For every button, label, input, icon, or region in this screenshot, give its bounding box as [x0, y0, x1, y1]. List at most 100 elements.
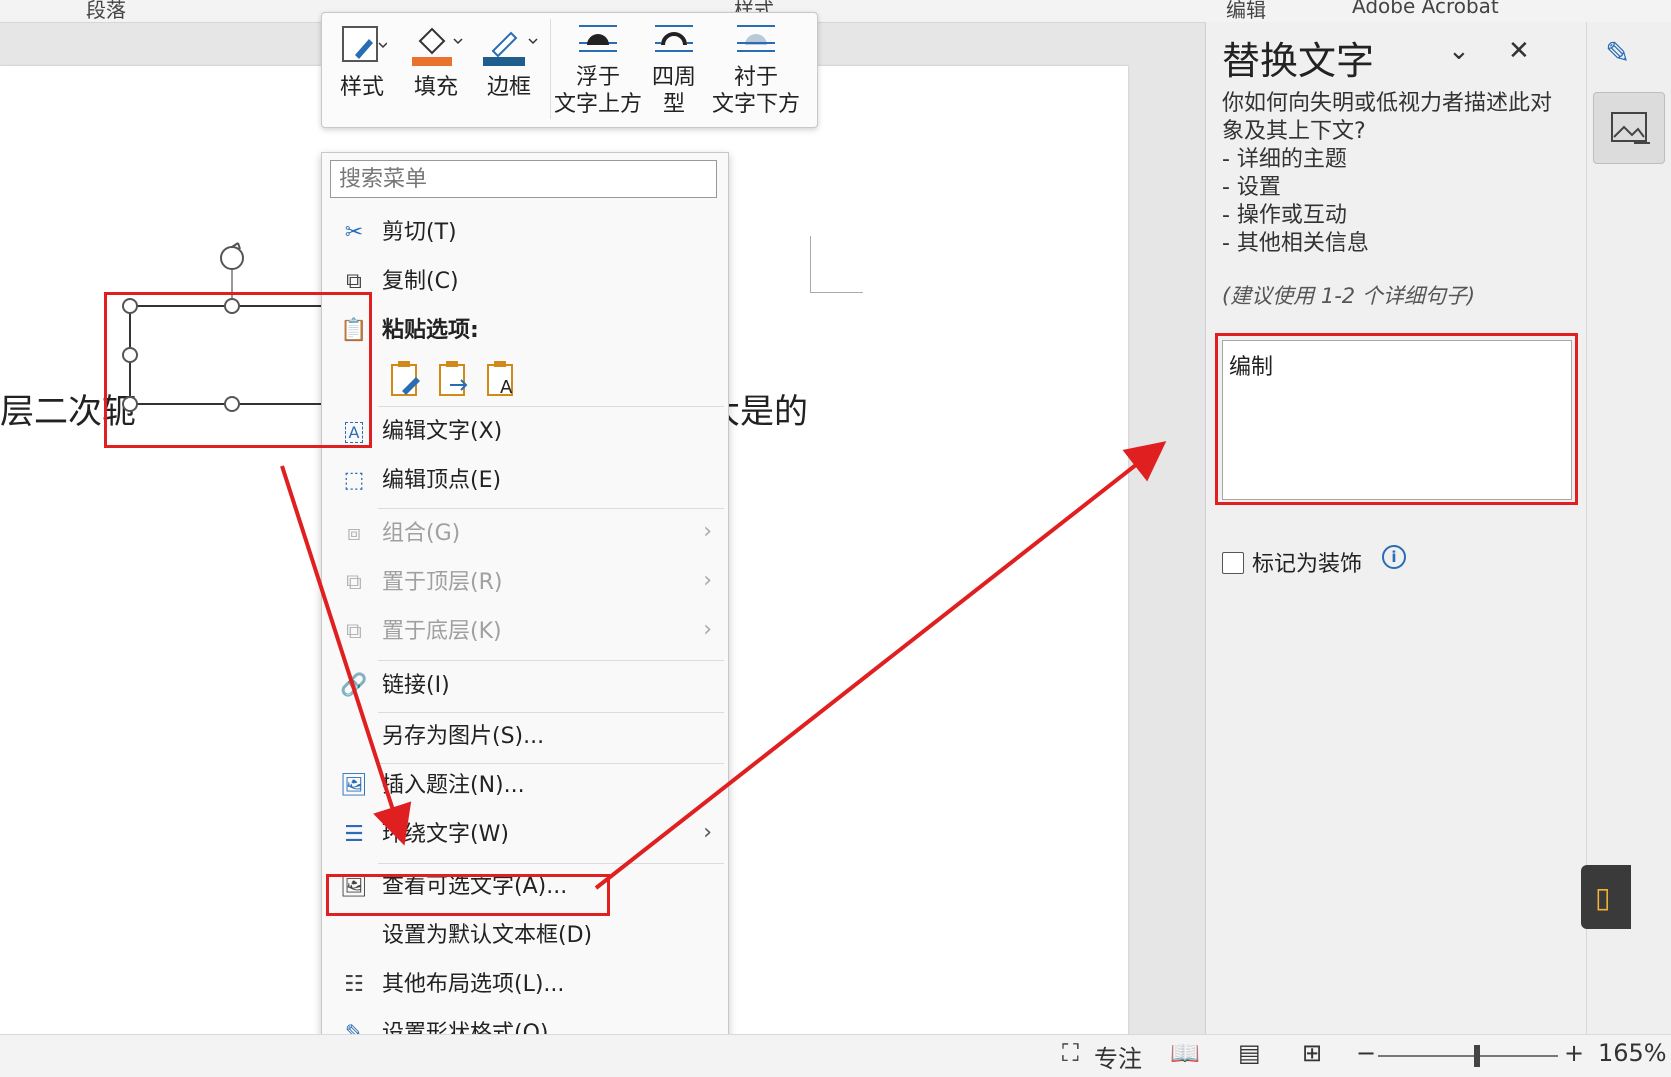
paste-keep-formatting-icon[interactable] — [388, 359, 424, 401]
wrap-square-line1: 四周 — [651, 65, 696, 90]
menu-item-copy[interactable]: ⧉ 复制(C) — [322, 259, 728, 305]
bullet-item: - 其他相关信息 — [1222, 231, 1369, 256]
menu-item-link-label: 链接(I) — [382, 673, 450, 698]
chevron-right-icon: › — [703, 820, 712, 845]
menu-item-save-as-picture-label: 另存为图片(S)... — [382, 724, 545, 749]
annotation-box-menu-item — [326, 874, 610, 916]
menu-item-copy-label: 复制(C) — [382, 269, 459, 294]
scissors-icon: ✂ — [344, 220, 364, 245]
zoom-out-button[interactable]: − — [1356, 1039, 1376, 1067]
menu-item-cut-label: 剪切(T) — [382, 220, 457, 245]
ribbon-group-paragraph[interactable]: 段落 — [86, 0, 126, 23]
format-paint-icon[interactable]: ✎ — [1605, 36, 1630, 71]
menu-item-group-label: 组合(G) — [382, 521, 461, 546]
chevron-down-icon[interactable]: ⌄ — [1448, 36, 1470, 66]
menu-item-insert-caption[interactable]: 🖼 插入题注(N)... — [322, 763, 728, 809]
close-icon[interactable]: ✕ — [1508, 36, 1530, 66]
wrap-in-front-button[interactable]: 浮于 文字上方 — [554, 21, 642, 118]
send-to-back-icon: ⧉ — [346, 619, 362, 644]
menu-item-bring-to-front-label: 置于顶层(R) — [382, 570, 503, 595]
acrobat-side-button[interactable]: ▯ — [1581, 865, 1631, 929]
border-label: 边框 — [486, 75, 531, 100]
zoom-in-button[interactable]: + — [1564, 1039, 1584, 1067]
menu-item-edit-points[interactable]: ⬚ 编辑顶点(E) — [322, 458, 728, 504]
menu-separator — [378, 508, 724, 509]
wrap-behind-line2: 文字下方 — [711, 92, 800, 117]
bullet-item: - 设置 — [1222, 175, 1281, 200]
annotation-box-alt-text — [1215, 333, 1578, 505]
chevron-right-icon: › — [703, 519, 712, 544]
menu-item-edit-text-label: 编辑文字(X) — [382, 419, 503, 444]
toolbar-divider — [550, 19, 551, 119]
pane-description: 你如何向失明或低视力者描述此对象及其上下文? - 详细的主题 - 设置 - 操作… — [1222, 90, 1572, 258]
wrap-behind-icon — [737, 25, 775, 52]
wrap-in-front-line2: 文字上方 — [554, 92, 643, 117]
bullet-item: - 详细的主题 — [1222, 147, 1347, 172]
decorative-checkbox[interactable] — [1222, 552, 1244, 574]
annotation-box-shape — [104, 292, 372, 448]
border-button[interactable]: 边框 — [478, 21, 540, 101]
ribbon-strip: 段落 样式 编辑 Adobe Acrobat — [0, 0, 1671, 23]
wrap-square-line2: 型 — [662, 92, 685, 117]
wrap-behind-button[interactable]: 衬于 文字下方 — [706, 21, 806, 118]
menu-item-edit-text[interactable]: A 编辑文字(X) — [322, 409, 728, 455]
description-text: 你如何向失明或低视力者描述此对象及其上下文? — [1222, 91, 1553, 144]
wrap-square-icon — [655, 25, 693, 52]
menu-separator — [378, 406, 724, 407]
focus-label[interactable]: 专注 — [1094, 1039, 1142, 1074]
margin-corner-mark — [810, 236, 863, 293]
shape-outline-icon — [483, 31, 538, 66]
menu-item-send-to-back-label: 置于底层(K) — [382, 619, 502, 644]
chevron-right-icon: › — [703, 617, 712, 642]
ribbon-group-editing[interactable]: 编辑 — [1226, 0, 1266, 23]
menu-item-set-default-textbox[interactable]: 设置为默认文本框(D) — [322, 913, 728, 959]
focus-icon[interactable]: ⛶ — [1062, 1039, 1079, 1067]
layout-options-icon: ☷ — [344, 972, 364, 997]
web-layout-icon[interactable]: ⊞ — [1302, 1039, 1322, 1067]
usb-icon: ▯ — [1595, 881, 1611, 914]
menu-item-more-layout[interactable]: ☷ 其他布局选项(L)... — [322, 962, 728, 1008]
context-menu: 搜索菜单 ✂ 剪切(T) ⧉ 复制(C) 📋 粘贴选项: A A 编辑文字(X)… — [321, 152, 729, 1072]
fill-button[interactable]: 填充 — [406, 21, 466, 101]
wrap-in-front-icon — [579, 25, 617, 52]
bullet-item: - 操作或互动 — [1222, 203, 1347, 228]
right-side-rail: ✎ ▯ — [1581, 22, 1671, 1034]
chevron-right-icon: › — [703, 568, 712, 593]
image-alt-icon — [1611, 112, 1650, 144]
menu-item-send-to-back: ⧉ 置于底层(K) › — [322, 609, 728, 655]
menu-item-cut[interactable]: ✂ 剪切(T) — [322, 210, 728, 256]
zoom-slider-track[interactable] — [1378, 1055, 1558, 1057]
status-bar: ⛶ 专注 📖 ▤ ⊞ − + 165% — [0, 1034, 1671, 1077]
edit-points-icon: ⬚ — [343, 468, 365, 493]
group-icon: ⧈ — [347, 521, 361, 546]
print-layout-icon[interactable]: ▤ — [1238, 1039, 1261, 1067]
paste-options-label: 粘贴选项: — [382, 318, 479, 343]
paste-text-only-icon[interactable]: A — [484, 359, 520, 401]
read-mode-icon[interactable]: 📖 — [1170, 1039, 1200, 1067]
menu-item-more-layout-label: 其他布局选项(L)... — [382, 972, 565, 997]
menu-item-edit-points-label: 编辑顶点(E) — [382, 468, 502, 493]
fill-label: 填充 — [413, 75, 458, 100]
info-icon[interactable]: i — [1382, 545, 1406, 569]
bring-to-front-icon: ⧉ — [346, 570, 362, 595]
wrap-text-icon: ☰ — [344, 822, 364, 847]
style-label: 样式 — [339, 75, 384, 100]
alt-text-pane-toggle[interactable] — [1593, 92, 1665, 164]
shape-style-icon — [342, 26, 388, 62]
fill-bucket-icon — [412, 27, 463, 66]
wrap-square-button[interactable]: 四周 型 — [644, 21, 704, 118]
pane-hint: (建议使用 1-2 个详细句子) — [1222, 284, 1476, 308]
menu-item-insert-caption-label: 插入题注(N)... — [382, 773, 525, 798]
paste-merge-formatting-icon[interactable] — [436, 359, 472, 401]
decorative-label: 标记为装饰 — [1252, 552, 1363, 577]
menu-paste-options-header: 📋 粘贴选项: — [322, 308, 728, 354]
menu-item-set-default-textbox-label: 设置为默认文本框(D) — [382, 923, 593, 948]
ribbon-group-acrobat[interactable]: Adobe Acrobat — [1352, 0, 1499, 18]
zoom-slider-thumb[interactable] — [1474, 1045, 1480, 1067]
style-button[interactable]: 样式 — [332, 21, 392, 101]
zoom-level[interactable]: 165% — [1598, 1039, 1667, 1067]
menu-item-wrap-text[interactable]: ☰ 环绕文字(W) › — [322, 812, 728, 858]
menu-item-save-as-picture[interactable]: 另存为图片(S)... — [322, 714, 728, 760]
menu-item-link[interactable]: 🔗 链接(I) — [322, 663, 728, 709]
menu-search-input[interactable]: 搜索菜单 — [330, 160, 717, 198]
